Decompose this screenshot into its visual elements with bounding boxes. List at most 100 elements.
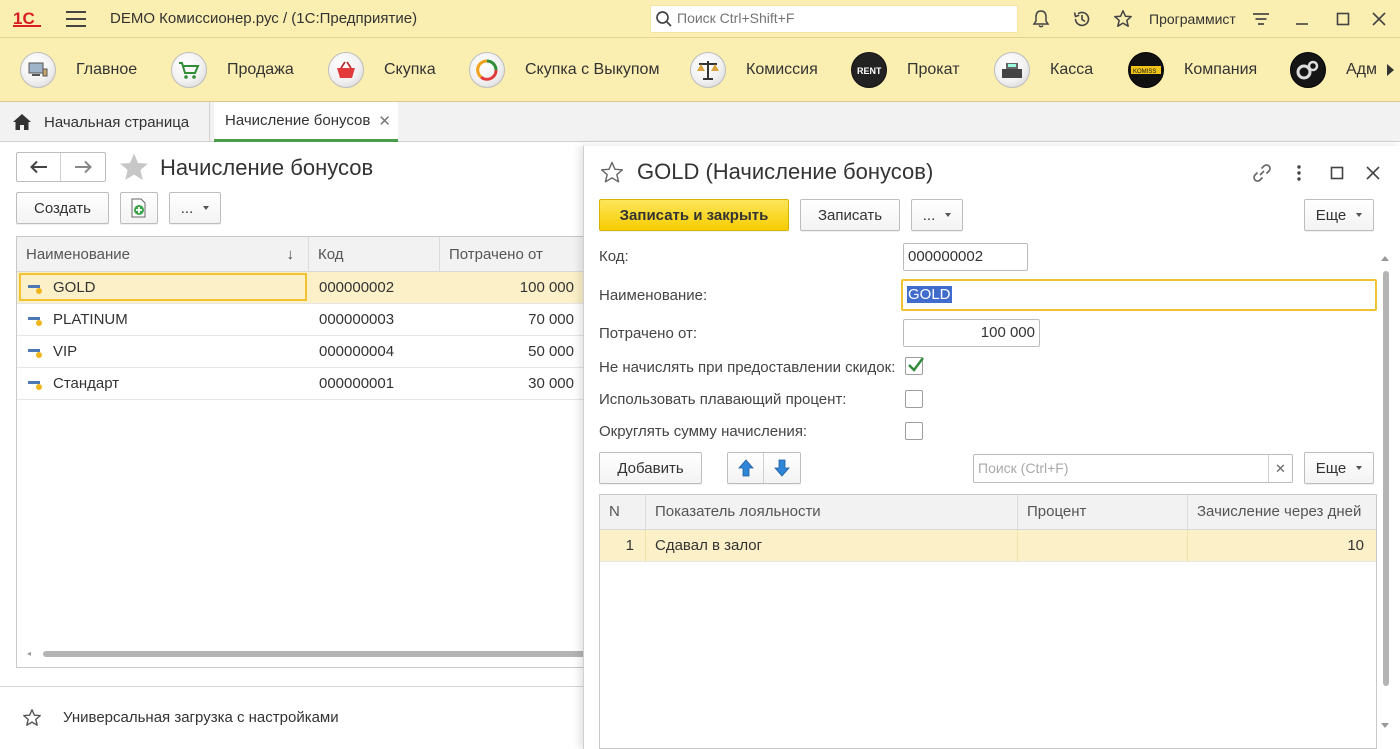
table-row[interactable]: PLATINUM 000000003 70 000 [17, 304, 585, 336]
column-header-indicator[interactable]: Показатель лояльности [646, 495, 1018, 530]
search-placeholder: Поиск (Ctrl+F) [978, 460, 1069, 476]
loyalty-table[interactable]: N Показатель лояльности Процент Зачислен… [599, 494, 1377, 749]
maximize-window-icon[interactable] [1327, 162, 1347, 184]
minimize-icon[interactable] [1292, 9, 1312, 29]
column-header-n[interactable]: N [600, 495, 646, 530]
maximize-icon[interactable] [1333, 9, 1353, 29]
table-row[interactable]: GOLD 000000002 100 000 [17, 272, 585, 304]
floating-percent-checkbox[interactable] [905, 390, 923, 408]
cell-percent [1018, 530, 1188, 562]
favorites-star-icon[interactable] [1113, 9, 1133, 29]
code-field[interactable]: 000000002 [903, 243, 1028, 271]
page-title: Начисление бонусов [160, 155, 374, 180]
close-app-icon[interactable] [1369, 9, 1389, 29]
section-buyup[interactable]: Скупка [328, 50, 436, 90]
main-menu-icon[interactable] [66, 11, 86, 27]
tab-bonus-accrual[interactable]: Начисление бонусов ✕ [214, 102, 398, 142]
open-windows-bar: Начальная страница Начисление бонусов ✕ [0, 102, 1400, 142]
save-and-close-button[interactable]: Записать и закрыть [599, 199, 789, 231]
recycle-icon [469, 52, 505, 88]
clear-search-icon[interactable]: ✕ [1268, 455, 1292, 482]
cell-indicator: Сдавал в залог [646, 530, 1018, 562]
search-icon [656, 11, 672, 27]
save-button[interactable]: Записать [800, 199, 900, 231]
home-desk-icon [20, 52, 56, 88]
link-icon[interactable] [1251, 162, 1273, 184]
row-name: Стандарт [53, 375, 120, 392]
column-header-name[interactable]: Наименование ↓ [17, 237, 309, 272]
history-icon[interactable] [1072, 9, 1092, 29]
tab-home-page[interactable]: Начальная страница [0, 102, 210, 142]
more-actions-button[interactable]: ... [911, 199, 963, 231]
section-commission[interactable]: Комиссия [690, 50, 818, 90]
table-search-field[interactable]: Поиск (Ctrl+F) ✕ [973, 454, 1293, 483]
no-accrue-checkbox[interactable] [905, 357, 924, 375]
cell-name: PLATINUM [17, 304, 309, 336]
favorite-star-icon[interactable] [22, 708, 42, 728]
section-cash[interactable]: Касса [994, 50, 1093, 90]
create-button[interactable]: Создать [16, 192, 109, 224]
section-label: Прокат [907, 61, 960, 78]
bonus-list-table[interactable]: Наименование ↓ Код Потрачено от GOLD 000… [16, 236, 586, 668]
global-search-input[interactable] [677, 10, 1007, 26]
1c-logo-icon[interactable]: 1C [13, 8, 43, 28]
scroll-left-icon[interactable]: ◂ [27, 649, 31, 658]
column-header-spent[interactable]: Потрачено от [440, 237, 585, 272]
more-menu-button[interactable]: Еще [1304, 199, 1374, 231]
section-company[interactable]: KOMISS Компания [1128, 50, 1257, 90]
section-admin[interactable]: Адм [1290, 50, 1377, 90]
table-row[interactable]: VIP 000000004 50 000 [17, 336, 585, 368]
catalog-item-icon [28, 285, 42, 294]
table-header: Наименование ↓ Код Потрачено от [17, 237, 585, 272]
cell-days: 10 [1347, 537, 1364, 554]
global-search-field[interactable] [650, 5, 1018, 33]
catalog-item-icon [28, 381, 42, 390]
cell-name: VIP [17, 336, 309, 368]
spent-field[interactable]: 100 000 [903, 319, 1040, 347]
move-down-button[interactable] [764, 453, 800, 483]
settings-menu-icon[interactable] [1251, 9, 1271, 29]
scroll-sections-right-icon[interactable] [1387, 64, 1394, 76]
table-more-menu-button[interactable]: Еще [1304, 452, 1374, 484]
shopping-cart-icon [171, 52, 207, 88]
scroll-up-icon[interactable] [1381, 256, 1389, 261]
code-label: Код: [599, 248, 629, 265]
more-vertical-icon[interactable] [1291, 162, 1307, 184]
back-button[interactable] [17, 153, 62, 181]
universal-import-link[interactable]: Универсальная загрузка с настройками [63, 709, 339, 726]
cell-spent: 100 000 [519, 279, 574, 296]
table-row[interactable]: Стандарт 000000001 30 000 [17, 368, 585, 400]
copy-plus-icon [131, 198, 146, 218]
cell-code: 000000002 [319, 279, 395, 296]
section-main[interactable]: Главное [20, 50, 137, 90]
column-header-percent[interactable]: Процент [1018, 495, 1188, 530]
section-sale[interactable]: Продажа [171, 50, 294, 90]
section-buyup-redeem[interactable]: Скупка с Выкупом [469, 50, 659, 90]
round-sum-checkbox[interactable] [905, 422, 923, 440]
current-user[interactable]: Программист [1149, 11, 1236, 27]
close-window-icon[interactable] [1363, 162, 1383, 184]
favorite-star-icon[interactable] [118, 152, 150, 182]
copy-button[interactable] [120, 192, 158, 224]
section-rent[interactable]: RENT Прокат [851, 50, 960, 90]
svg-text:RENT: RENT [857, 66, 882, 76]
section-label: Скупка с Выкупом [525, 61, 660, 78]
bell-icon[interactable] [1031, 9, 1051, 29]
close-tab-icon[interactable]: ✕ [378, 112, 391, 130]
add-row-button[interactable]: Добавить [599, 452, 702, 484]
horizontal-scrollbar[interactable] [43, 651, 585, 657]
scroll-down-icon[interactable] [1381, 723, 1389, 728]
column-header-code[interactable]: Код [309, 237, 440, 272]
name-field[interactable]: GOLD [901, 279, 1377, 311]
cell-code: 000000001 [319, 375, 395, 392]
forward-button[interactable] [61, 153, 105, 181]
more-actions-button[interactable]: ... [169, 192, 221, 224]
move-up-button[interactable] [728, 453, 764, 483]
table-row[interactable]: 1 Сдавал в залог 10 [600, 530, 1376, 562]
vertical-scrollbar[interactable] [1383, 271, 1389, 686]
round-sum-label: Округлять сумму начисления: [599, 423, 808, 440]
sort-arrow-icon: ↓ [286, 246, 295, 263]
column-header-days[interactable]: Зачисление через дней [1188, 495, 1376, 530]
section-label: Компания [1184, 61, 1258, 78]
favorite-star-icon[interactable] [600, 161, 624, 183]
